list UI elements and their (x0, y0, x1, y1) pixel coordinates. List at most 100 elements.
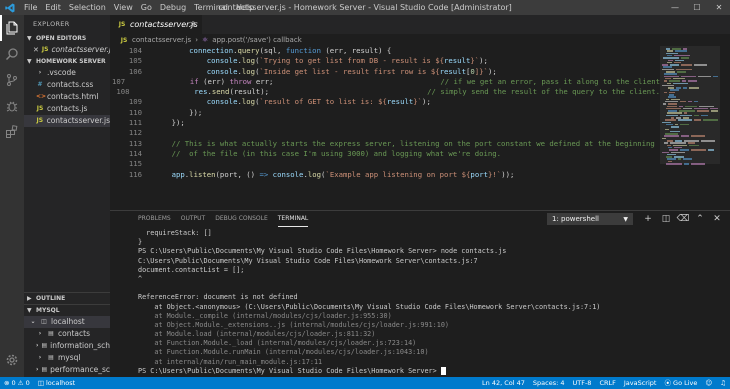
file-item-contactsserver-js[interactable]: JS contactsserver.js (24, 115, 110, 127)
outline-header[interactable]: ▶ OUTLINE (24, 293, 110, 304)
end-of-line[interactable]: CRLF (595, 377, 619, 389)
mysql-connection-status[interactable]: ◫ localhost (34, 377, 79, 389)
minimap-line (668, 103, 677, 105)
minimap-line (711, 110, 718, 112)
go-live-button[interactable]: ⦿ Go Live (660, 377, 701, 389)
code-line[interactable]: 104 connection.query(sql, function (err,… (110, 46, 660, 56)
minimap-line (670, 142, 686, 144)
menu-file[interactable]: File (20, 3, 41, 12)
menu-view[interactable]: View (110, 3, 137, 12)
terminal-line: at internal/main/run_main_module.js:17:1… (138, 357, 323, 366)
code-line[interactable]: 109 console.log(`result of GET to list i… (110, 97, 660, 107)
language-mode[interactable]: JavaScript (620, 377, 661, 389)
open-editors-header[interactable]: ▼ OPEN EDITORS (24, 33, 110, 44)
maximize-icon[interactable]: ☐ (686, 0, 708, 15)
minimap-line (671, 117, 674, 119)
tab-debug-console[interactable]: DEBUG CONSOLE (215, 211, 268, 227)
close-icon[interactable]: ✕ (708, 0, 730, 15)
mysql-header[interactable]: ▼ MYSQL (24, 305, 110, 316)
minimap-line (662, 121, 671, 124)
search-icon[interactable] (0, 41, 24, 67)
extensions-icon[interactable] (0, 119, 24, 145)
encoding[interactable]: UTF-8 (568, 377, 595, 389)
breadcrumb-file[interactable]: contactsserver.js (132, 36, 191, 44)
file-item-contacts-html[interactable]: <> contacts.html (24, 91, 110, 103)
minimap-line (662, 64, 668, 66)
code-line[interactable]: 113 // This is what actually starts the … (110, 139, 660, 149)
code-line[interactable]: 107 if (err) throw err; // if we get an … (110, 77, 660, 87)
tab-output[interactable]: OUTPUT (181, 211, 205, 227)
mysql-db-item[interactable]: › ▤ contacts (24, 328, 110, 340)
code-token: // if we get an error, pass it along to … (440, 76, 660, 86)
code-line[interactable]: 110 }); (110, 108, 660, 118)
minimap-line (683, 87, 687, 89)
close-panel-icon[interactable]: ✕ (711, 213, 723, 225)
terminal-prompt[interactable]: PS C:\Users\Public\Documents\My Visual S… (138, 366, 718, 376)
code-line[interactable]: 112 (110, 128, 660, 138)
tab-problems[interactable]: PROBLEMS (138, 211, 171, 227)
cursor-position[interactable]: Ln 42, Col 47 (478, 377, 529, 389)
minimap-line (688, 142, 695, 144)
menu-go[interactable]: Go (137, 3, 156, 12)
db-label: mysql (58, 353, 81, 362)
minimap[interactable] (660, 46, 720, 210)
open-editor-item[interactable]: ✕ JS contactsserver.js (24, 44, 110, 56)
terminal-output[interactable]: requireStack: []} PS C:\Users\Public\Docu… (138, 229, 718, 377)
close-icon[interactable]: ✕ (189, 20, 196, 29)
file-item-contacts-css[interactable]: # contacts.css (24, 79, 110, 91)
chevron-up-icon[interactable]: ⌃ (694, 213, 706, 225)
indentation[interactable]: Spaces: 4 (529, 377, 569, 389)
source-control-icon[interactable] (0, 67, 24, 93)
tab-terminal[interactable]: TERMINAL (277, 211, 309, 227)
minimap-line (664, 75, 679, 78)
code-token: console (206, 66, 238, 76)
editor-scrollbar[interactable] (722, 46, 730, 210)
file-item-contacts-js[interactable]: JS contacts.js (24, 103, 110, 115)
menu-debug[interactable]: Debug (156, 3, 190, 12)
code-line[interactable]: 114 // of the file (in this case I'm usi… (110, 149, 660, 159)
mysql-db-item[interactable]: ›▤information_schema (24, 340, 110, 352)
minimap-line (666, 163, 682, 165)
add-terminal-icon[interactable]: + (642, 213, 654, 225)
file-label: contacts.html (47, 92, 99, 101)
feedback-icon[interactable]: ☺ (701, 377, 716, 389)
minimap-line (671, 98, 680, 101)
project-folder-header[interactable]: ▼ HOMEWORK SERVER (24, 56, 110, 67)
split-terminal-icon[interactable]: ◫ (660, 213, 672, 225)
breadcrumb-symbol[interactable]: app.post('/save') callback (212, 36, 301, 44)
settings-gear-icon[interactable] (0, 347, 24, 373)
minimap-line (674, 146, 682, 149)
menu-terminal[interactable]: Terminal (190, 3, 232, 12)
mysql-db-item[interactable]: ›▤performance_sche... (24, 364, 110, 376)
menu-help[interactable]: Help (232, 3, 258, 12)
title-bar: File Edit Selection View Go Debug Termin… (0, 0, 730, 15)
file-item-vscode[interactable]: › .vscode (24, 67, 110, 79)
mysql-host-item[interactable]: ⌄ ◫ localhost (24, 316, 110, 328)
code-line[interactable]: 105 console.log(`Trying to get list from… (110, 56, 660, 66)
terminal-select[interactable]: 1: powershell ▼ (547, 213, 633, 225)
minimap-line (676, 117, 681, 119)
menu-selection[interactable]: Selection (65, 3, 110, 12)
problems-status[interactable]: ⊗ 0 ⚠ 0 (0, 377, 34, 389)
minimap-line (678, 119, 692, 121)
code-line[interactable]: 116 app.listen(port, () => console.log(`… (110, 170, 660, 180)
code-editor[interactable]: 104 connection.query(sql, function (err,… (110, 46, 660, 210)
close-icon[interactable]: ✕ (33, 44, 39, 56)
minimize-icon[interactable]: — (664, 0, 686, 15)
menu-edit[interactable]: Edit (41, 3, 65, 12)
code-line[interactable]: 115 (110, 159, 660, 169)
files-icon[interactable] (0, 15, 24, 41)
code-line[interactable]: 106 console.log(`Inside get list - resul… (110, 67, 660, 77)
minimap-line (673, 144, 687, 147)
notifications-icon[interactable]: ♫ (716, 377, 730, 389)
trash-icon[interactable]: ⌫ (677, 213, 690, 225)
line-number: 114 (128, 148, 142, 158)
tab-contactsserver-js[interactable]: JS contactsserver.js ✕ (110, 15, 202, 34)
file-label: contactsserver.js (46, 116, 110, 125)
code-line[interactable]: 111 }); (110, 118, 660, 128)
debug-icon[interactable] (0, 93, 24, 119)
mysql-db-item[interactable]: › ▤ mysql (24, 352, 110, 364)
code-line[interactable]: 108 res.send(result); // simply send the… (110, 87, 660, 97)
